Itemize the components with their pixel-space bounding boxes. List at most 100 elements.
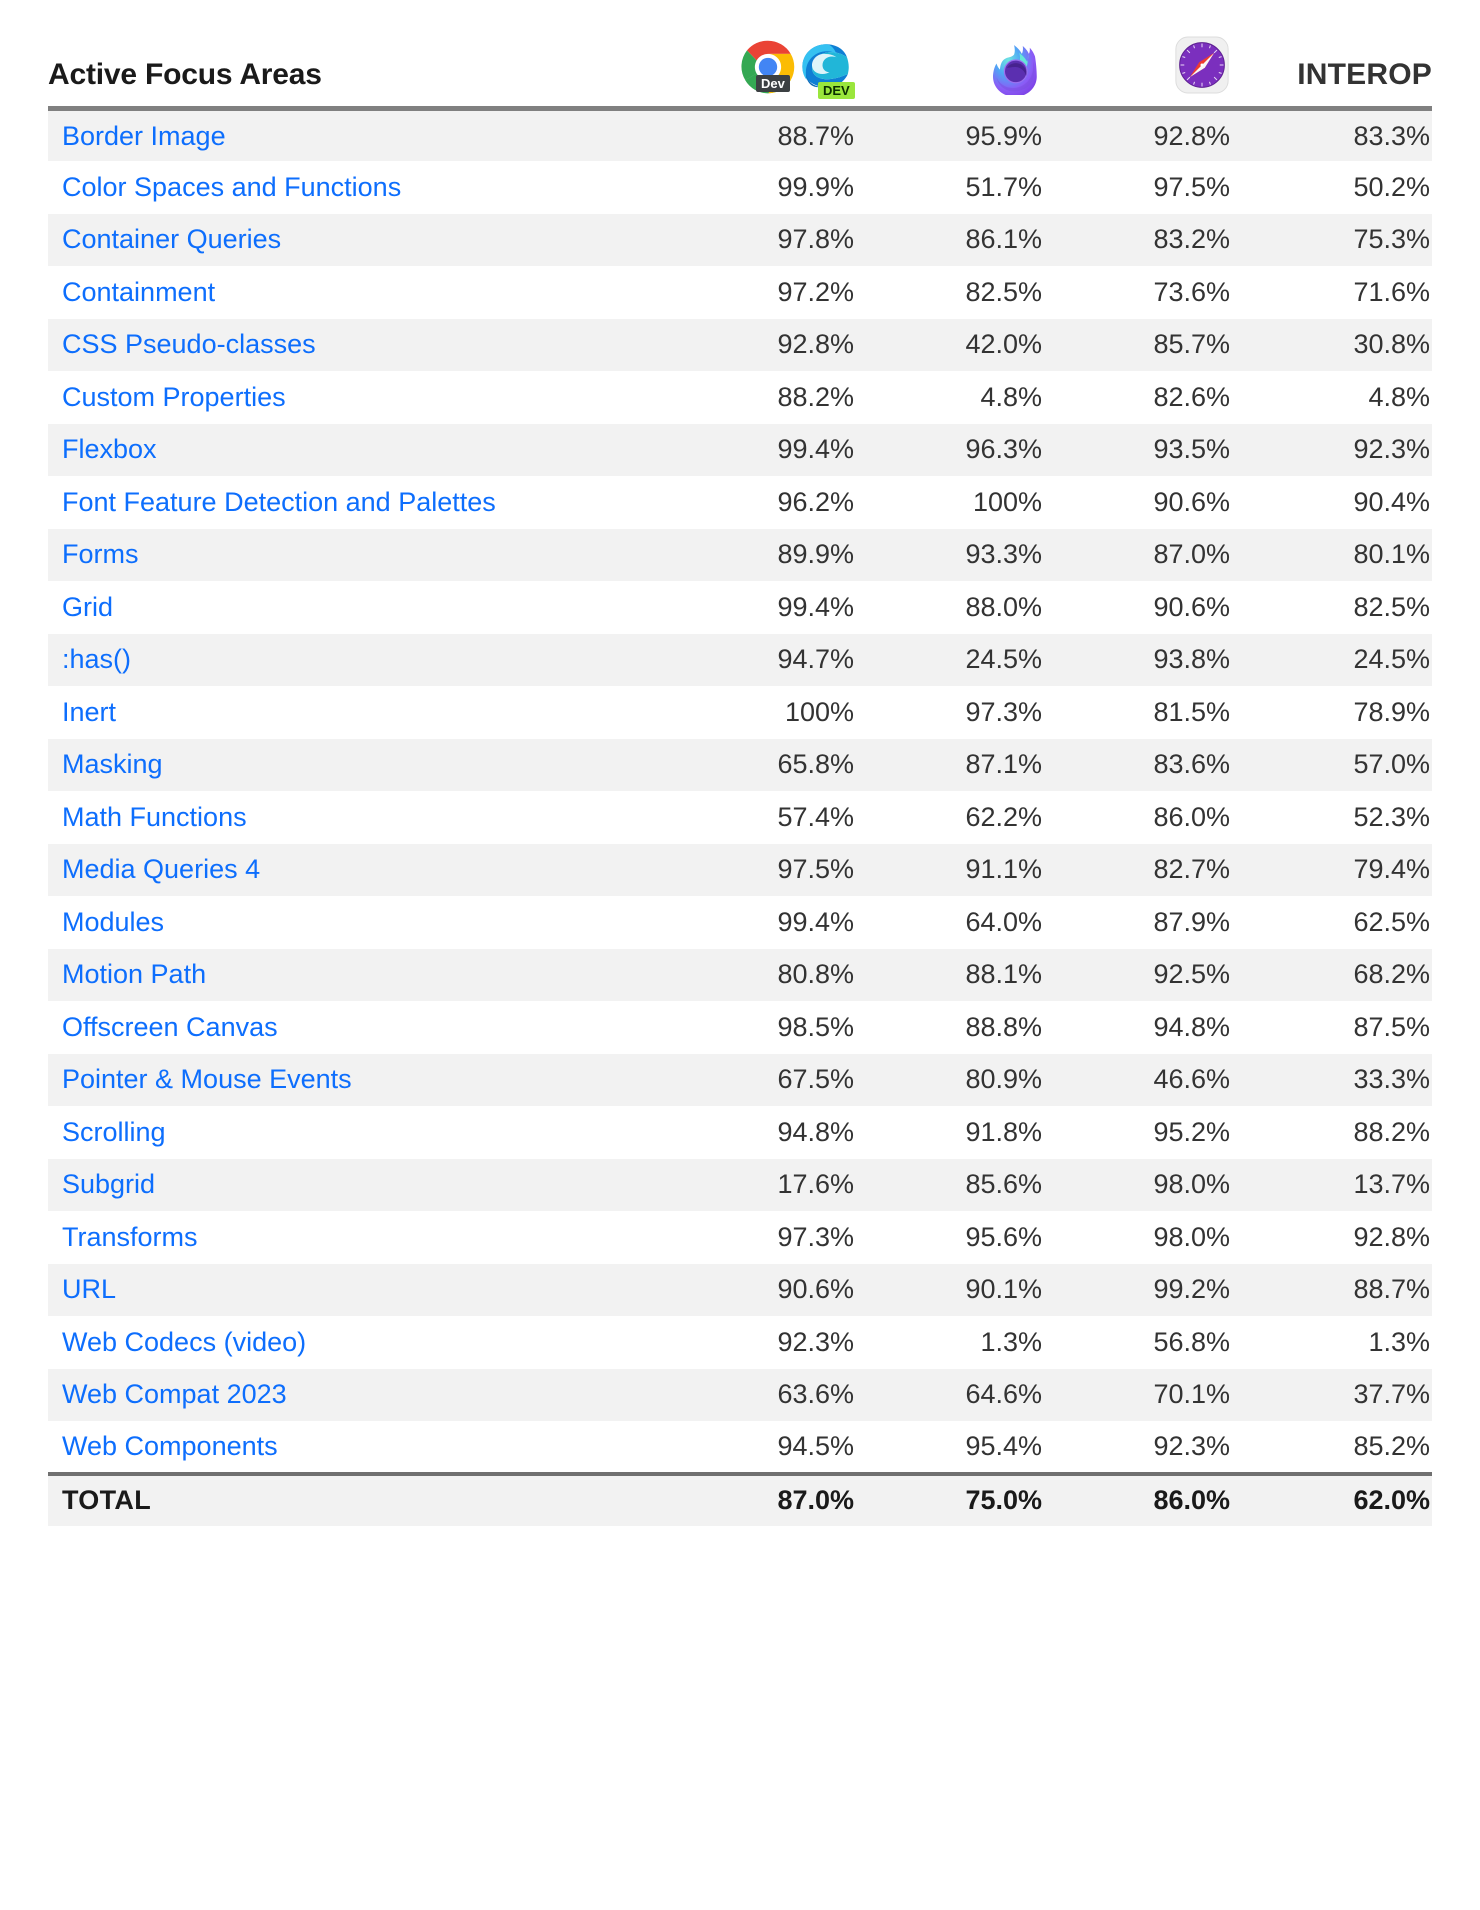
focus-area-cell: Scrolling [48, 1106, 668, 1159]
table-total-row: TOTAL 87.0% 75.0% 86.0% 62.0% [48, 1471, 1432, 1526]
score-cell-chrome: 97.3% [668, 1211, 856, 1264]
score-cell-interop: 79.4% [1232, 843, 1432, 896]
score-cell-safari: 92.8% [1044, 108, 1232, 161]
table-row: Color Spaces and Functions 99.9% 51.7% 97.5… [48, 161, 1432, 214]
focus-area-link[interactable]: Web Components [62, 1431, 278, 1461]
score-cell-firefox: 90.1% [856, 1263, 1044, 1316]
focus-area-link[interactable]: Grid [62, 592, 113, 622]
focus-area-cell: URL [48, 1263, 668, 1316]
column-header-chrome-edge: Dev DEV [668, 0, 856, 111]
score-cell-chrome: 99.9% [668, 161, 856, 214]
score-cell-interop: 92.3% [1232, 423, 1432, 476]
focus-area-link[interactable]: Transforms [62, 1222, 198, 1252]
table-row: Math Functions 57.4% 62.2% 86.0% 52.3% [48, 791, 1432, 844]
score-cell-interop: 1.3% [1232, 1316, 1432, 1369]
score-cell-safari: 95.2% [1044, 1106, 1232, 1159]
score-cell-interop: 92.8% [1232, 1211, 1432, 1264]
score-cell-firefox: 85.6% [856, 1158, 1044, 1211]
focus-area-link[interactable]: Container Queries [62, 224, 281, 254]
focus-area-cell: Color Spaces and Functions [48, 161, 668, 214]
score-cell-firefox: 91.1% [856, 843, 1044, 896]
focus-area-link[interactable]: Subgrid [62, 1169, 155, 1199]
score-cell-safari: 93.5% [1044, 423, 1232, 476]
score-cell-firefox: 88.0% [856, 581, 1044, 634]
table-row: Containment 97.2% 82.5% 73.6% 71.6% [48, 266, 1432, 319]
table-row: Subgrid 17.6% 85.6% 98.0% 13.7% [48, 1158, 1432, 1211]
score-cell-firefox: 62.2% [856, 791, 1044, 844]
focus-area-link[interactable]: Modules [62, 907, 164, 937]
score-cell-safari: 97.5% [1044, 161, 1232, 214]
focus-area-cell: Web Codecs (video) [48, 1316, 668, 1369]
score-cell-chrome: 92.8% [668, 318, 856, 371]
score-cell-chrome: 65.8% [668, 738, 856, 791]
focus-area-link[interactable]: Scrolling [62, 1117, 166, 1147]
focus-area-link[interactable]: Media Queries 4 [62, 854, 260, 884]
score-cell-interop: 24.5% [1232, 633, 1432, 686]
focus-area-cell: Flexbox [48, 423, 668, 476]
table-header: Active Focus Areas Dev DEV INTEROP [48, 0, 1432, 111]
score-cell-interop: 52.3% [1232, 791, 1432, 844]
focus-area-cell: Container Queries [48, 213, 668, 266]
focus-area-cell: Forms [48, 528, 668, 581]
score-cell-safari: 90.6% [1044, 581, 1232, 634]
focus-area-link[interactable]: URL [62, 1274, 116, 1304]
score-cell-safari: 94.8% [1044, 1001, 1232, 1054]
score-cell-interop: 82.5% [1232, 581, 1432, 634]
column-header-firefox [856, 0, 1044, 111]
focus-area-link[interactable]: Motion Path [62, 959, 206, 989]
score-cell-interop: 68.2% [1232, 948, 1432, 1001]
focus-area-cell: Pointer & Mouse Events [48, 1053, 668, 1106]
score-cell-interop: 57.0% [1232, 738, 1432, 791]
table-row: Media Queries 4 97.5% 91.1% 82.7% 79.4% [48, 843, 1432, 896]
score-cell-chrome: 98.5% [668, 1001, 856, 1054]
score-cell-safari: 70.1% [1044, 1368, 1232, 1421]
interop-dashboard-page: Active Focus Areas Dev DEV INTEROP Borde… [0, 0, 1480, 1910]
focus-area-link[interactable]: CSS Pseudo-classes [62, 329, 316, 359]
score-cell-chrome: 94.7% [668, 633, 856, 686]
focus-area-cell: Math Functions [48, 791, 668, 844]
score-cell-interop: 62.5% [1232, 896, 1432, 949]
score-cell-chrome: 96.2% [668, 476, 856, 529]
focus-area-link[interactable]: Font Feature Detection and Palettes [62, 487, 496, 517]
score-cell-firefox: 82.5% [856, 266, 1044, 319]
score-cell-firefox: 80.9% [856, 1053, 1044, 1106]
focus-area-link[interactable]: Web Codecs (video) [62, 1327, 306, 1357]
score-cell-chrome: 94.8% [668, 1106, 856, 1159]
table-row: Web Codecs (video) 92.3% 1.3% 56.8% 1.3% [48, 1316, 1432, 1369]
table-row: Forms 89.9% 93.3% 87.0% 80.1% [48, 528, 1432, 581]
focus-area-link[interactable]: :has() [62, 644, 131, 674]
table-row: :has() 94.7% 24.5% 93.8% 24.5% [48, 633, 1432, 686]
focus-area-link[interactable]: Pointer & Mouse Events [62, 1064, 352, 1094]
focus-area-link[interactable]: Border Image [62, 121, 226, 151]
score-cell-interop: 88.7% [1232, 1263, 1432, 1316]
safari-icon-group [1044, 36, 1230, 100]
table-row: CSS Pseudo-classes 92.8% 42.0% 85.7% 30.8% [48, 318, 1432, 371]
score-cell-firefox: 51.7% [856, 161, 1044, 214]
score-cell-firefox: 91.8% [856, 1106, 1044, 1159]
total-label: TOTAL [48, 1471, 668, 1526]
page-title: Active Focus Areas [48, 0, 668, 111]
focus-area-link[interactable]: Color Spaces and Functions [62, 172, 401, 202]
score-cell-chrome: 100% [668, 686, 856, 739]
table-row: Grid 99.4% 88.0% 90.6% 82.5% [48, 581, 1432, 634]
focus-area-link[interactable]: Containment [62, 277, 215, 307]
score-cell-firefox: 64.6% [856, 1368, 1044, 1421]
score-cell-safari: 99.2% [1044, 1263, 1232, 1316]
focus-area-link[interactable]: Custom Properties [62, 382, 286, 412]
focus-area-cell: Font Feature Detection and Palettes [48, 476, 668, 529]
focus-area-link[interactable]: Inert [62, 697, 116, 727]
focus-area-link[interactable]: Masking [62, 749, 163, 779]
score-cell-interop: 78.9% [1232, 686, 1432, 739]
score-cell-interop: 88.2% [1232, 1106, 1432, 1159]
score-cell-chrome: 88.7% [668, 108, 856, 161]
focus-area-link[interactable]: Flexbox [62, 434, 157, 464]
focus-area-cell: Border Image [48, 108, 668, 161]
focus-area-link[interactable]: Web Compat 2023 [62, 1379, 287, 1409]
focus-area-link[interactable]: Offscreen Canvas [62, 1012, 278, 1042]
focus-area-cell: Offscreen Canvas [48, 1001, 668, 1054]
focus-area-cell: Motion Path [48, 948, 668, 1001]
score-cell-interop: 83.3% [1232, 108, 1432, 161]
focus-area-link[interactable]: Math Functions [62, 802, 247, 832]
score-cell-interop: 4.8% [1232, 371, 1432, 424]
focus-area-link[interactable]: Forms [62, 539, 139, 569]
